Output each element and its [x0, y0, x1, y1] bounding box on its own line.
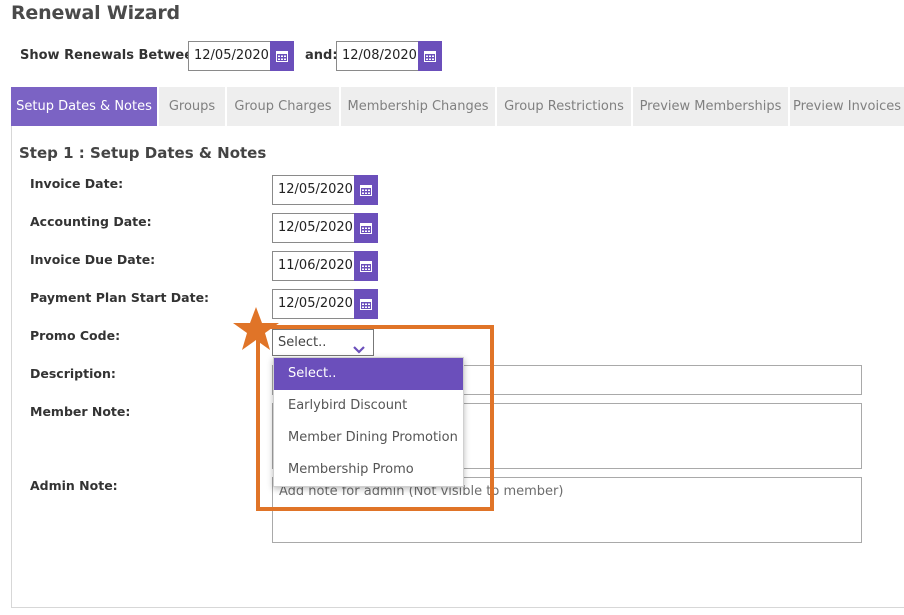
- renewals-from-date[interactable]: 12/05/2020: [188, 41, 294, 71]
- renewals-to-date[interactable]: 12/08/2020: [336, 41, 442, 71]
- payment-plan-start-date-input[interactable]: 12/05/2020: [272, 289, 354, 319]
- tab-membership-changes[interactable]: Membership Changes: [341, 87, 495, 126]
- calendar-icon[interactable]: [354, 251, 378, 281]
- invoice-date-picker[interactable]: 12/05/2020: [272, 175, 378, 205]
- callout-highlight-box: [256, 325, 494, 511]
- calendar-icon[interactable]: [418, 41, 442, 71]
- show-renewals-label: Show Renewals Between:: [20, 48, 208, 63]
- accounting-date-input[interactable]: 12/05/2020: [272, 213, 354, 243]
- invoice-date-input[interactable]: 12/05/2020: [272, 175, 354, 205]
- calendar-icon[interactable]: [354, 175, 378, 205]
- step-title: Step 1 : Setup Dates & Notes: [19, 144, 267, 162]
- accounting-date-label: Accounting Date:: [30, 214, 152, 229]
- page-title: Renewal Wizard: [11, 2, 180, 24]
- calendar-icon[interactable]: [270, 41, 294, 71]
- renewals-from-date-input[interactable]: 12/05/2020: [188, 41, 270, 71]
- tab-preview-memberships[interactable]: Preview Memberships: [633, 87, 788, 126]
- star-icon: [233, 307, 279, 350]
- accounting-date-picker[interactable]: 12/05/2020: [272, 213, 378, 243]
- invoice-date-label: Invoice Date:: [30, 176, 124, 191]
- tab-groups[interactable]: Groups: [159, 87, 225, 126]
- description-label: Description:: [30, 366, 116, 381]
- tab-group-restrictions[interactable]: Group Restrictions: [497, 87, 631, 126]
- admin-note-label: Admin Note:: [30, 478, 118, 493]
- payment-plan-start-date-picker[interactable]: 12/05/2020: [272, 289, 378, 319]
- calendar-icon[interactable]: [354, 213, 378, 243]
- invoice-due-date-input[interactable]: 11/06/2020: [272, 251, 354, 281]
- payment-plan-start-date-label: Payment Plan Start Date:: [30, 290, 210, 305]
- invoice-due-date-picker[interactable]: 11/06/2020: [272, 251, 378, 281]
- calendar-icon[interactable]: [354, 289, 378, 319]
- tab-preview-invoices[interactable]: Preview Invoices: [790, 87, 904, 126]
- renewals-to-date-input[interactable]: 12/08/2020: [336, 41, 418, 71]
- and-label: and:: [305, 48, 338, 63]
- tab-group-charges[interactable]: Group Charges: [227, 87, 339, 126]
- member-note-label: Member Note:: [30, 404, 131, 419]
- tab-setup-dates-notes[interactable]: Setup Dates & Notes: [11, 87, 157, 126]
- promo-code-label: Promo Code:: [30, 328, 121, 343]
- invoice-due-date-label: Invoice Due Date:: [30, 252, 156, 267]
